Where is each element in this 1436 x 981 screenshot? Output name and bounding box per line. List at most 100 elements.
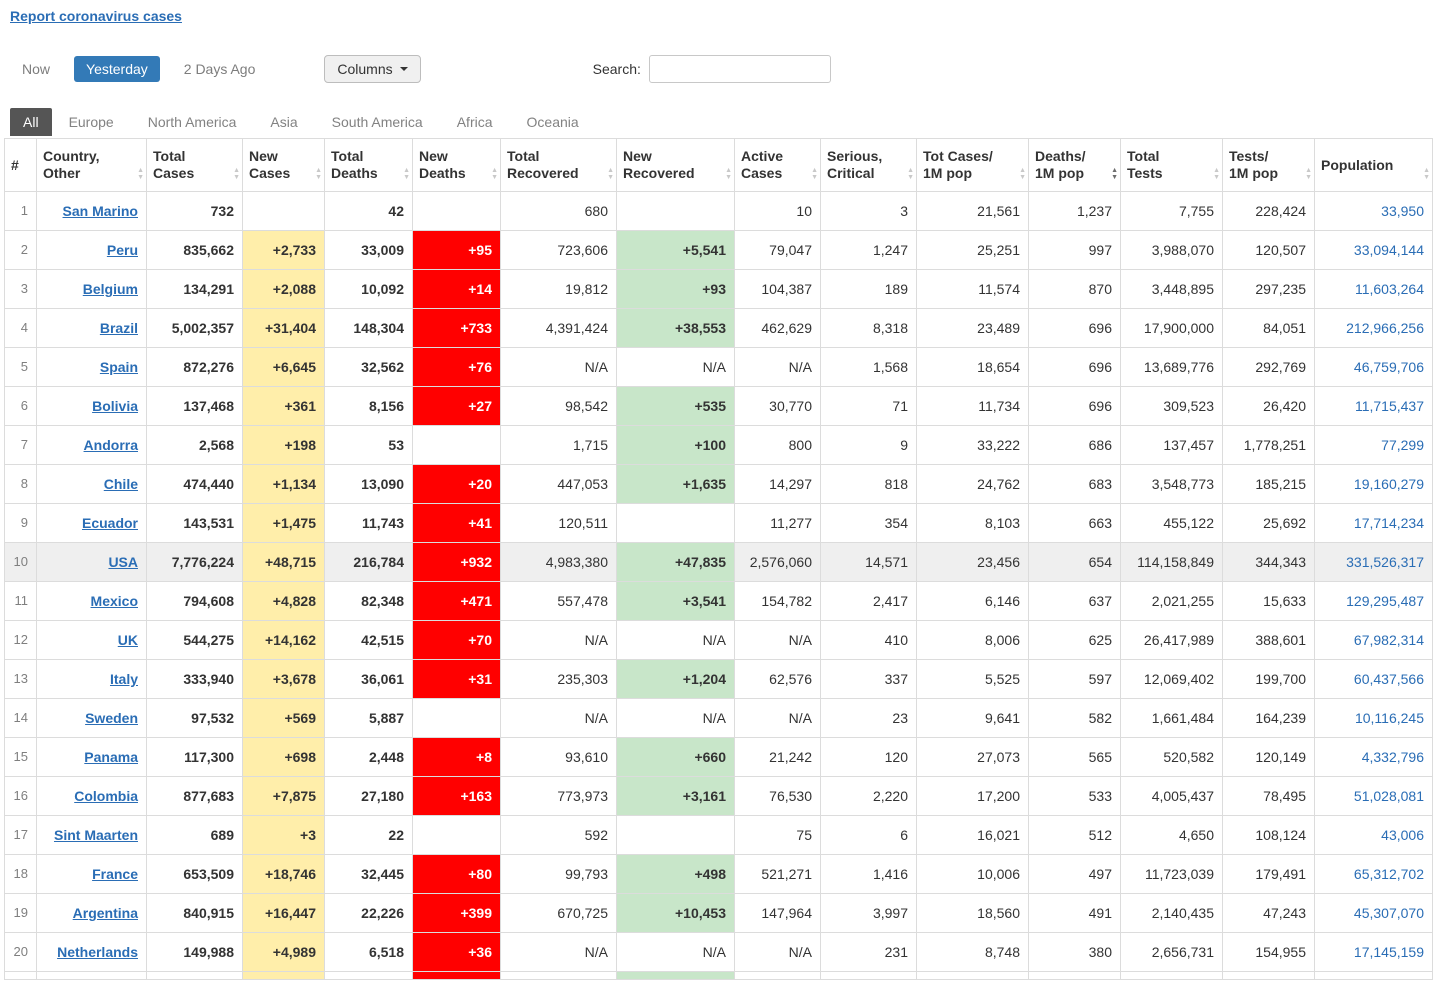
continent-tab-north-america[interactable]: North America [131,108,254,136]
country-link[interactable]: Brazil [100,320,138,336]
report-cases-link[interactable]: Report coronavirus cases [10,8,182,24]
col-header-total_recovered[interactable]: Total Recovered ▲ ▼ [500,138,617,192]
col-header-total_cases[interactable]: Total Cases ▲ ▼ [146,138,243,192]
table-row: 11 Mexico 794,608 +4,828 82,348 +471 557,478 +3… [4,581,1433,621]
cell-new_cases: +1,134 [242,464,325,504]
cell-new_deaths: +41 [412,503,501,543]
country-link[interactable]: Chile [104,476,138,492]
country-cell: Bolivia [36,386,147,426]
country-link[interactable]: San Marino [63,203,138,219]
cell-total_cases: 689 [146,815,243,855]
country-link[interactable]: Sweden [85,710,138,726]
cell-serious_critical: 3 [820,191,917,231]
country-link[interactable]: France [92,866,138,882]
cell-deaths_per_1m: 565 [1028,737,1121,777]
country-link[interactable]: Argentina [73,905,138,921]
cell-active_cases: 14,297 [734,464,821,504]
cell-total_cases: 877,683 [146,776,243,816]
cell-new_deaths: +80 [412,854,501,894]
continent-tab-all[interactable]: All [10,108,52,136]
country-link[interactable]: UK [118,632,138,648]
cell-new_recovered: N/A [616,620,735,660]
continent-tab-europe[interactable]: Europe [52,108,131,136]
time-tab-2-days-ago[interactable]: 2 Days Ago [172,56,268,82]
col-header-new_recovered[interactable]: New Recovered ▲ ▼ [616,138,735,192]
country-cell: Sweden [36,698,147,738]
cell-total_cases: 149,988 [146,932,243,972]
row-rank: 4 [4,308,37,348]
continent-tab-asia[interactable]: Asia [253,108,314,136]
col-header-rank[interactable]: # [4,138,37,192]
cell-cases_per_1m: 8,103 [916,503,1029,543]
country-link[interactable]: Bolivia [92,398,138,414]
col-header-new_deaths[interactable]: New Deaths ▲ ▼ [412,138,501,192]
country-cell: San Marino [36,191,147,231]
cell-population: 51,028,081 [1314,776,1433,816]
cell-tests_per_1m: 78,495 [1222,776,1315,816]
country-link[interactable]: Sint Maarten [54,827,138,843]
col-header-new_cases[interactable]: New Cases ▲ ▼ [242,138,325,192]
country-link[interactable]: USA [108,554,138,570]
time-tab-yesterday[interactable]: Yesterday [74,56,160,82]
country-link[interactable]: Spain [100,359,138,375]
col-header-total_deaths[interactable]: Total Deaths ▲ ▼ [324,138,413,192]
country-link[interactable]: Panama [84,749,138,765]
table-row: 1 San Marino 732 42 680 10 3 21,561 1,237 7,755 22… [4,191,1433,231]
col-header-total_tests[interactable]: Total Tests ▲ ▼ [1120,138,1223,192]
row-rank: 3 [4,269,37,309]
country-link[interactable]: Colombia [74,788,138,804]
country-link[interactable]: Netherlands [57,944,138,960]
row-rank: 6 [4,386,37,426]
cell-total_deaths: 42,515 [324,620,413,660]
col-header-label: Country, Other [43,148,100,181]
col-header-cases_per_1m[interactable]: Tot Cases/ 1M pop ▲ ▼ [916,138,1029,192]
country-link[interactable]: Ecuador [82,515,138,531]
col-header-country[interactable]: Country, Other ▲ ▼ [36,138,147,192]
col-header-serious_critical[interactable]: Serious, Critical ▲ ▼ [820,138,917,192]
cell-total_cases: 7,776,224 [146,542,243,582]
continent-tab-oceania[interactable]: Oceania [510,108,596,136]
cell-tests_per_1m: 179,491 [1222,854,1315,894]
cell-cases_per_1m: 33,222 [916,425,1029,465]
cell-new_deaths: +932 [412,542,501,582]
col-header-deaths_per_1m[interactable]: Deaths/ 1M pop ▲ ▼ [1028,138,1121,192]
cell-active_cases: 154,782 [734,581,821,621]
cell-total_cases: 474,440 [146,464,243,504]
row-rank: 18 [4,854,37,894]
country-link[interactable]: Andorra [84,437,138,453]
cell-new_recovered [616,191,735,231]
cell-new_cases: +3 [242,815,325,855]
cell-new_cases: +1,475 [242,503,325,543]
col-header-active_cases[interactable]: Active Cases ▲ ▼ [734,138,821,192]
country-link[interactable]: Italy [110,671,138,687]
cell-new_cases: +698 [242,737,325,777]
search-group: Search: [593,55,831,83]
cell-total_deaths: 53 [324,425,413,465]
columns-button[interactable]: Columns [324,55,421,83]
time-tab-now[interactable]: Now [10,56,62,82]
columns-button-label: Columns [337,61,393,77]
country-link[interactable]: Peru [107,242,138,258]
cell-total_deaths: 10,092 [324,269,413,309]
table-row: 7 Andorra 2,568 +198 53 1,715 +100 800 9 33,222 68… [4,425,1433,465]
row-rank: 12 [4,620,37,660]
country-link[interactable]: Mexico [91,593,138,609]
cell-total_recovered: 1,715 [500,425,617,465]
continent-tab-south-america[interactable]: South America [315,108,440,136]
table-row: 2 Peru 835,662 +2,733 33,009 +95 723,606 +5,541… [4,230,1433,270]
cell-total_recovered: N/A [500,698,617,738]
cell-new_cases: +16,447 [242,893,325,933]
country-link[interactable]: Belgium [83,281,138,297]
cell-new_recovered: +1,204 [616,659,735,699]
cell-total_cases: 653,509 [146,854,243,894]
col-header-tests_per_1m[interactable]: Tests/ 1M pop ▲ ▼ [1222,138,1315,192]
cell-tests_per_1m: 292,769 [1222,347,1315,387]
cell-total_recovered: 99,793 [500,854,617,894]
cell-deaths_per_1m: 491 [1028,893,1121,933]
cell-new_deaths [412,425,501,465]
search-input[interactable] [648,55,831,83]
cell-new_recovered [616,815,735,855]
continent-tab-africa[interactable]: Africa [440,108,510,136]
cell-total_tests: 4,650 [1120,815,1223,855]
col-header-population[interactable]: Population ▲ ▼ [1314,138,1433,192]
